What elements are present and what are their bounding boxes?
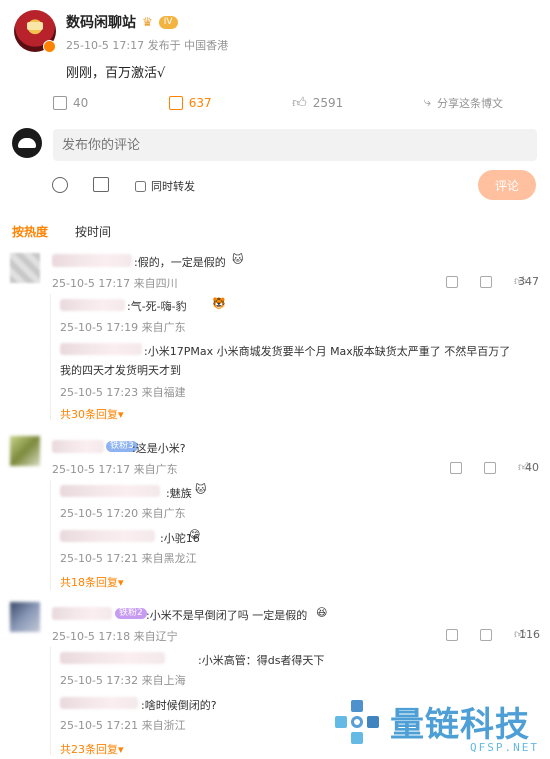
share-icon: ⤷ <box>423 95 431 110</box>
repost-checkbox-label: 同时转发 <box>151 180 195 193</box>
reply-comment-icon[interactable] <box>480 628 492 641</box>
image-icon[interactable] <box>93 177 109 192</box>
like-button[interactable]: 👍︎ 2591 <box>292 94 343 111</box>
reply-repost-icon[interactable] <box>446 628 458 641</box>
watermark-url: QFSP.NET <box>470 741 539 754</box>
reply-meta: 25-10-5 17:21 来自浙江 <box>60 719 186 732</box>
reply-meta: 25-10-5 17:20 来自广东 <box>60 507 186 520</box>
share-button[interactable]: ⤷ 分享这条博文 <box>424 94 503 111</box>
commenter-name-redacted[interactable] <box>52 607 112 620</box>
verified-badge-icon <box>43 40 56 53</box>
replier-name-redacted[interactable] <box>60 530 155 542</box>
level-badge: IV <box>158 15 178 29</box>
thumbs-up-icon: 👍︎ <box>292 95 307 111</box>
reply-meta: 25-10-5 17:32 来自上海 <box>60 674 186 687</box>
comment-meta: 25-10-5 17:17 来自广东 <box>52 463 178 476</box>
comment-text: :这是小米? <box>132 442 186 455</box>
reply-text: :啥时候倒闭的? <box>141 699 217 712</box>
reply-comment-icon[interactable] <box>480 275 492 288</box>
repost-checkbox[interactable] <box>135 180 146 192</box>
reply-meta: 25-10-5 17:19 来自广东 <box>60 321 186 334</box>
commenter-avatar[interactable] <box>10 436 40 466</box>
comment-text: :小米不是早倒闭了吗 一定是假的 <box>146 609 308 622</box>
tab-sort-hot[interactable]: 按热度 <box>12 223 48 240</box>
replier-name-redacted[interactable] <box>60 652 165 664</box>
view-more-replies-link[interactable]: 共23条回复▾ <box>60 741 124 757</box>
reply-text: :小米17PMax 小米商城发货要半个月 Max版本缺货太严重了 不然早百万了 <box>144 345 511 358</box>
commenter-name-redacted[interactable] <box>52 254 132 267</box>
reply-text-line2: 我的四天才发货明天才到 <box>60 364 181 377</box>
view-more-replies-link[interactable]: 共18条回复▾ <box>60 574 124 590</box>
user-avatar <box>12 128 42 158</box>
replier-name-redacted[interactable] <box>60 485 160 497</box>
commenter-name-redacted[interactable] <box>52 440 104 453</box>
reply-comment-icon[interactable] <box>484 461 496 474</box>
comment-input[interactable] <box>53 129 537 161</box>
comment-meta: 25-10-5 17:18 来自辽宁 <box>52 630 178 643</box>
share-label: 分享这条博文 <box>436 96 503 110</box>
emoji-icon: 😊 <box>189 528 201 541</box>
reply-repost-icon[interactable] <box>450 461 462 474</box>
emoji-icon: 🐱 <box>195 483 207 496</box>
commenter-avatar[interactable] <box>10 253 40 283</box>
like-count: 2591 <box>312 95 344 110</box>
avatar-mask-icon <box>27 22 43 30</box>
fan-badge: 铁粉2 <box>115 608 147 619</box>
repost-button[interactable]: 40 <box>53 94 88 111</box>
reply-text: :魅族 <box>166 487 192 500</box>
watermark-text: 量链科技 <box>390 705 530 745</box>
repost-count: 40 <box>73 95 89 110</box>
comment-like-count: 116 <box>519 628 540 641</box>
view-more-replies-link[interactable]: 共30条回复▾ <box>60 406 124 422</box>
comment-button[interactable]: 637 <box>168 94 212 111</box>
tab-sort-time[interactable]: 按时间 <box>75 223 111 240</box>
emoji-icon: 😆 <box>316 606 328 619</box>
comment-text: :假的，一定是假的 <box>134 256 226 269</box>
repost-icon <box>53 95 67 110</box>
comment-like-count: 40 <box>525 461 539 474</box>
comment-meta: 25-10-5 17:17 来自四川 <box>52 277 178 290</box>
reply-repost-icon[interactable] <box>446 275 458 288</box>
chevron-down-icon: ▾ <box>118 408 124 421</box>
comment-icon <box>168 95 183 110</box>
watermark-logo-icon <box>335 700 383 748</box>
chevron-down-icon: ▾ <box>118 743 124 756</box>
emoji-icon: 🐯 <box>212 297 226 310</box>
author-name[interactable]: 数码闲聊站 <box>66 12 136 32</box>
emoji-icon: 🐱 <box>232 253 244 266</box>
post-meta: 25-10-5 17:17 发布于 中国香港 <box>66 39 229 52</box>
commenter-avatar[interactable] <box>10 602 40 632</box>
replier-name-redacted[interactable] <box>60 299 125 311</box>
replier-name-redacted[interactable] <box>60 343 142 355</box>
reply-meta: 25-10-5 17:21 来自黑龙江 <box>60 552 197 565</box>
submit-comment-button[interactable]: 评论 <box>478 170 536 200</box>
comment-like-count: 347 <box>518 275 539 288</box>
reply-text: :气-死-嗨-豹 <box>127 300 187 313</box>
cat-silhouette-icon <box>18 138 36 148</box>
comment-count: 637 <box>188 95 212 110</box>
chevron-down-icon: ▾ <box>118 576 124 589</box>
reply-meta: 25-10-5 17:23 来自福建 <box>60 386 186 399</box>
reply-text: :小米高管：得ds者得天下 <box>198 654 325 667</box>
emoji-icon[interactable] <box>52 177 68 193</box>
post-text: 刚刚，百万激活√ <box>66 66 166 81</box>
crown-icon: ♛ <box>142 15 153 29</box>
replier-name-redacted[interactable] <box>60 697 138 709</box>
